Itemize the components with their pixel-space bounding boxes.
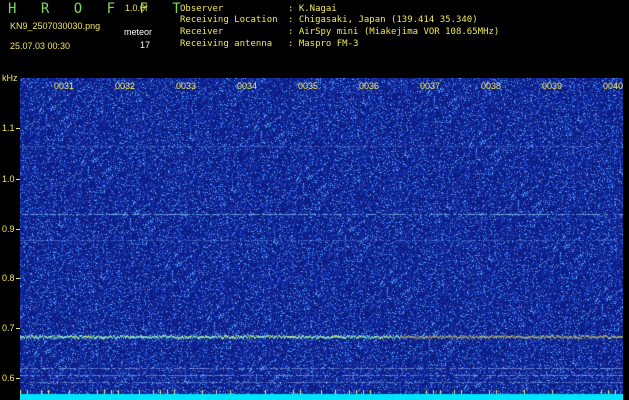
info-value-receiver: : AirSpy mini (Miakejima VOR 108.65MHz) [288, 27, 500, 37]
y-tick-mark [16, 229, 20, 230]
y-tick-mark [16, 328, 20, 329]
y-tick: 0.9 [2, 224, 15, 234]
y-tick: 0.6 [2, 373, 15, 383]
y-tick-mark [16, 378, 20, 379]
info-value-location: : Chigasaki, Japan (139.414 35.340) [288, 15, 478, 25]
y-tick-mark [16, 278, 20, 279]
hrofft-screen: H R O F F T 1.0.0f KN9_2507030030.png me… [0, 0, 629, 400]
time-tick: 0031 [54, 81, 75, 91]
info-label-antenna: Receiving antenna [180, 39, 273, 49]
info-label-receiver: Receiver [180, 27, 224, 37]
spectrogram-canvas [20, 78, 623, 400]
meteor-label: meteor [124, 27, 153, 37]
info-label-observer: Observer [180, 4, 224, 14]
y-axis-unit: kHz [2, 73, 18, 83]
version-label: 1.0.0f [125, 3, 148, 13]
time-tick: 0040 [603, 81, 624, 91]
y-tick: 0.8 [2, 273, 15, 283]
time-tick: 0033 [176, 81, 197, 91]
time-tick: 0032 [115, 81, 136, 91]
app-title: H R O F F T [8, 1, 189, 17]
y-tick-mark [16, 179, 20, 180]
meteor-count: 17 [140, 40, 151, 50]
y-tick: 1.0 [2, 174, 15, 184]
spectrogram [20, 78, 623, 400]
info-value-antenna: : Maspro FM-3 [288, 39, 359, 49]
y-tick: 1.1 [2, 123, 15, 133]
info-label-location: Receiving Location [180, 15, 278, 25]
time-tick: 0035 [298, 81, 319, 91]
info-value-observer: : K.Nagai [288, 4, 337, 14]
time-tick: 0037 [420, 81, 441, 91]
filename-label: KN9_2507030030.png [10, 21, 101, 31]
time-tick: 0036 [359, 81, 380, 91]
y-tick: 0.7 [2, 323, 15, 333]
time-tick: 0038 [481, 81, 502, 91]
y-tick-mark [16, 128, 20, 129]
time-tick: 0034 [237, 81, 258, 91]
time-tick: 0039 [542, 81, 563, 91]
timestamp-label: 25.07.03 00:30 [10, 41, 71, 51]
